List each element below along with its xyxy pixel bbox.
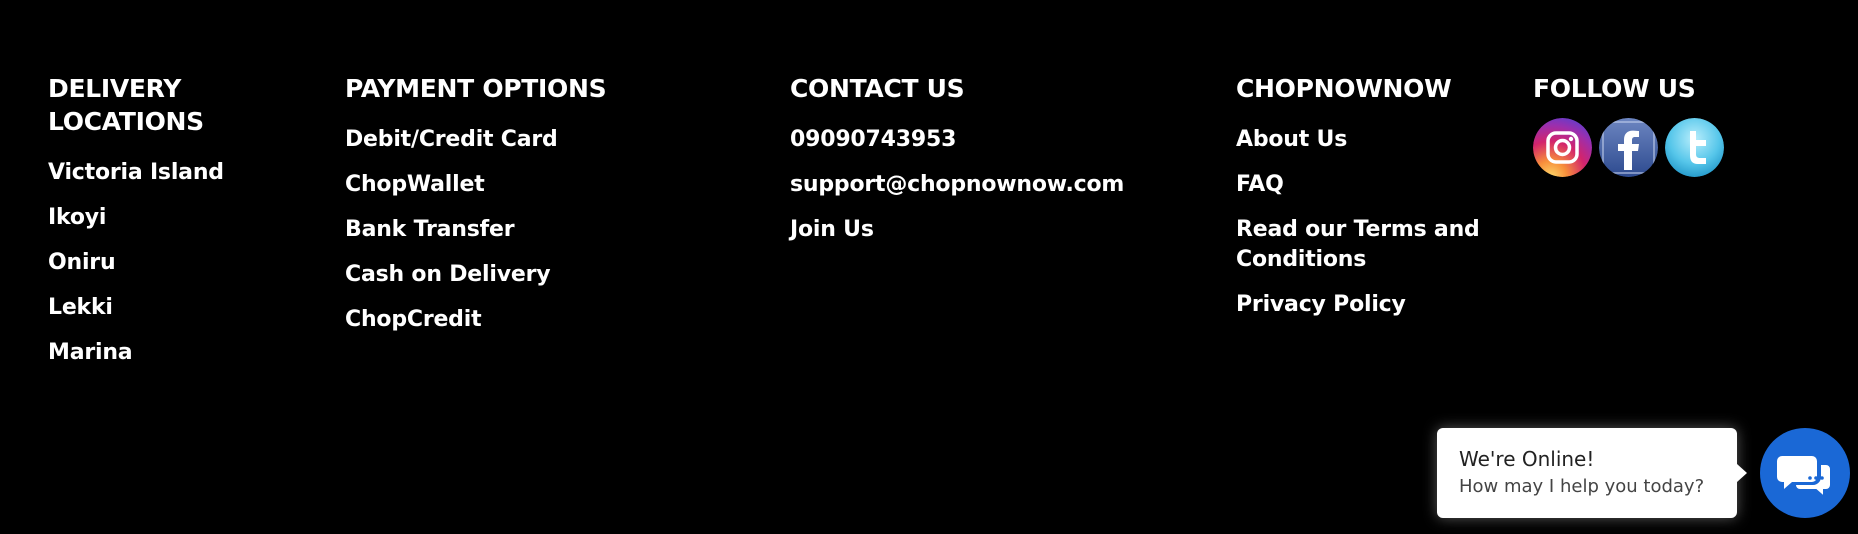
instagram-icon[interactable] xyxy=(1533,118,1592,177)
delivery-item-ikoyi[interactable]: Ikoyi xyxy=(48,203,288,233)
chat-title: We're Online! xyxy=(1459,447,1595,471)
chat-greeting-bubble[interactable]: We're Online! How may I help you today? xyxy=(1437,428,1747,518)
chat-subtitle: How may I help you today? xyxy=(1459,476,1705,497)
social-icons xyxy=(1533,118,1833,177)
delivery-item-victoria-island[interactable]: Victoria Island xyxy=(48,158,288,188)
contact-email-link[interactable]: support@chopnownow.com xyxy=(790,170,1210,200)
terms-link[interactable]: Read our Terms and Conditions xyxy=(1236,215,1496,275)
contact-list: 09090743953 support@chopnownow.com Join … xyxy=(790,125,1210,245)
contact-phone-link[interactable]: 09090743953 xyxy=(790,125,1210,155)
contact-heading: CONTACT US xyxy=(790,74,965,103)
footer-column-follow: FOLLOW US xyxy=(1533,72,1833,177)
chopnownow-heading: CHOPNOWNOW xyxy=(1236,74,1452,103)
faq-link[interactable]: FAQ xyxy=(1236,170,1496,200)
chat-bubbles-icon xyxy=(1777,456,1832,500)
facebook-icon[interactable] xyxy=(1599,118,1658,177)
footer-column-chopnownow: CHOPNOWNOW About Us FAQ Read our Terms a… xyxy=(1236,72,1496,335)
payment-list: Debit/Credit Card ChopWallet Bank Transf… xyxy=(345,125,745,335)
payment-item-cash-on-delivery[interactable]: Cash on Delivery xyxy=(345,260,745,290)
delivery-item-oniru[interactable]: Oniru xyxy=(48,248,288,278)
footer-column-contact: CONTACT US 09090743953 support@chopnowno… xyxy=(790,72,1210,260)
about-us-link[interactable]: About Us xyxy=(1236,125,1496,155)
footer-column-delivery: DELIVERY LOCATIONS Victoria Island Ikoyi… xyxy=(48,72,288,383)
footer-column-payment: PAYMENT OPTIONS Debit/Credit Card ChopWa… xyxy=(345,72,745,350)
chopnownow-list: About Us FAQ Read our Terms and Conditio… xyxy=(1236,125,1496,320)
join-us-link[interactable]: Join Us xyxy=(790,215,1210,245)
delivery-item-marina[interactable]: Marina xyxy=(48,338,288,368)
payment-item-card[interactable]: Debit/Credit Card xyxy=(345,125,745,155)
twitter-icon[interactable] xyxy=(1665,118,1724,177)
payment-item-chopwallet[interactable]: ChopWallet xyxy=(345,170,745,200)
delivery-list: Victoria Island Ikoyi Oniru Lekki Marina xyxy=(48,158,288,368)
follow-heading: FOLLOW US xyxy=(1533,74,1696,103)
delivery-heading: DELIVERY LOCATIONS xyxy=(48,74,204,136)
payment-item-chopcredit[interactable]: ChopCredit xyxy=(345,305,745,335)
chat-open-button[interactable] xyxy=(1760,428,1850,518)
payment-heading: PAYMENT OPTIONS xyxy=(345,74,607,103)
delivery-item-lekki[interactable]: Lekki xyxy=(48,293,288,323)
privacy-policy-link[interactable]: Privacy Policy xyxy=(1236,290,1496,320)
payment-item-bank-transfer[interactable]: Bank Transfer xyxy=(345,215,745,245)
